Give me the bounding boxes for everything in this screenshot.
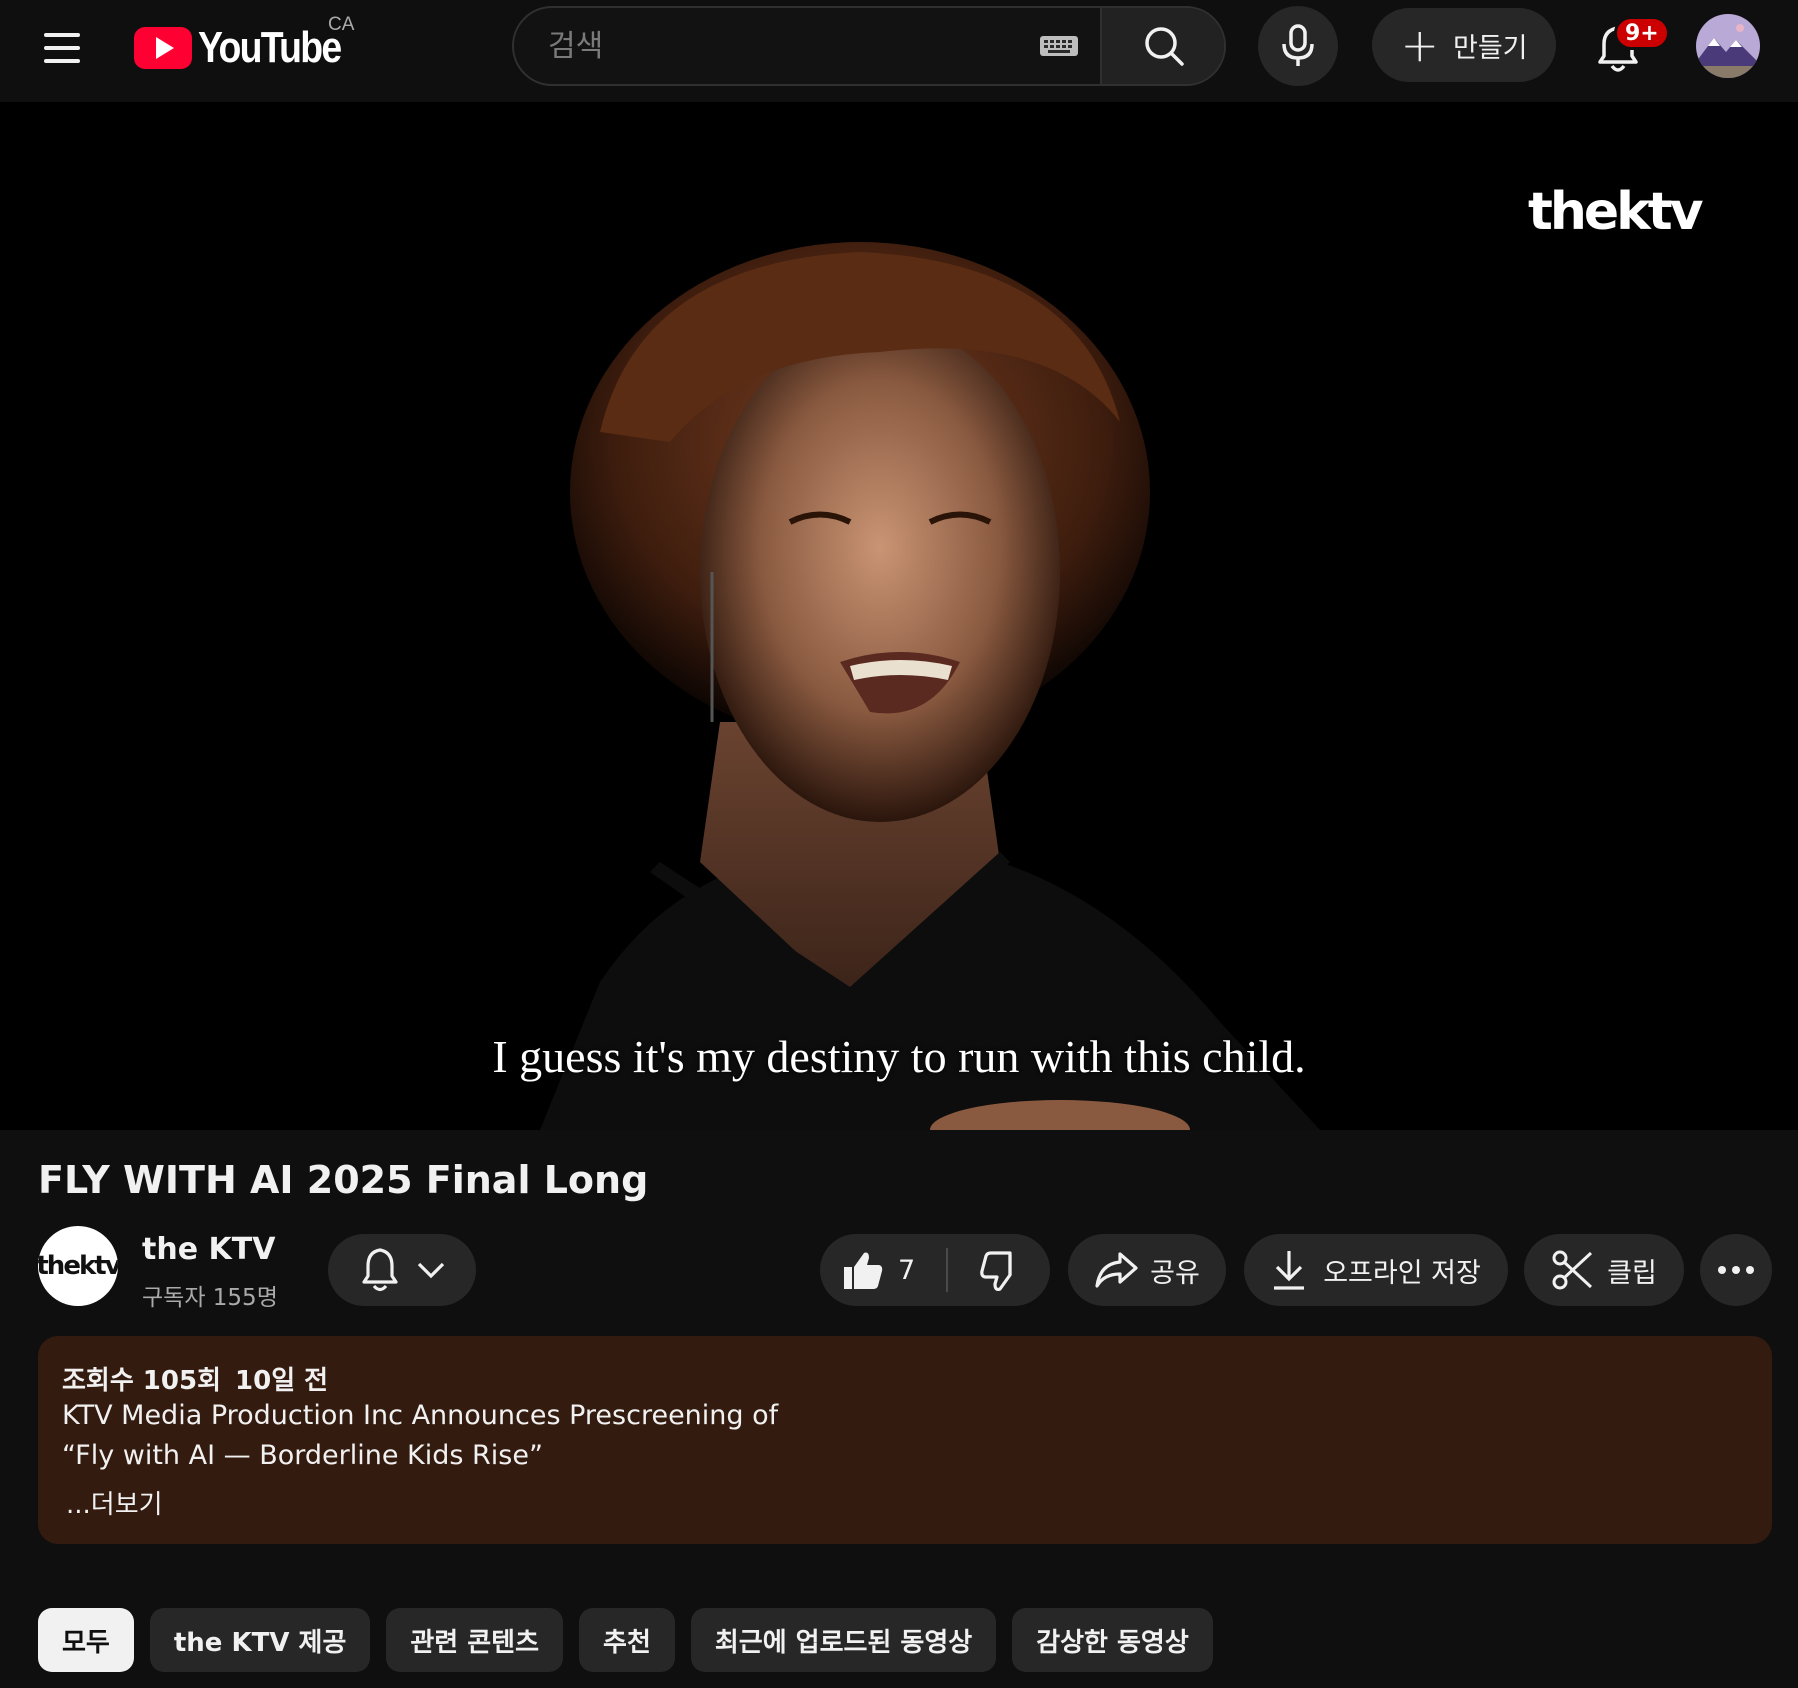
video-player[interactable]: thektv I guess it's my destiny to run wi… <box>0 102 1798 1130</box>
download-button[interactable]: 오프라인 저장 <box>1244 1234 1508 1306</box>
chip-all[interactable]: 모두 <box>38 1608 134 1672</box>
chip-related[interactable]: 관련 콘텐츠 <box>386 1608 564 1672</box>
channel-name[interactable]: the KTV <box>142 1232 275 1267</box>
download-icon <box>1274 1251 1305 1290</box>
menu-icon[interactable] <box>34 20 90 76</box>
search-input[interactable] <box>514 8 1098 84</box>
chevron-down-icon <box>417 1262 445 1279</box>
more-actions-icon[interactable] <box>1700 1234 1772 1306</box>
bell-icon <box>362 1248 398 1292</box>
microphone-icon <box>1282 24 1314 66</box>
chip-recommended[interactable]: 추천 <box>579 1608 675 1672</box>
youtube-logo-text: YouTube <box>198 23 342 72</box>
scissors-icon <box>1552 1250 1593 1290</box>
like-dislike-group: 7 <box>820 1234 1050 1306</box>
video-frame-image <box>0 102 1798 1130</box>
voice-search-button[interactable] <box>1258 6 1338 86</box>
download-label: 오프라인 저장 <box>1323 1257 1481 1289</box>
create-button[interactable]: + 만들기 <box>1372 8 1556 82</box>
thumbs-up-icon <box>844 1252 883 1289</box>
share-icon <box>1095 1252 1138 1288</box>
plus-icon: + <box>1400 18 1439 72</box>
view-count: 조회수 105회 <box>62 1366 222 1396</box>
dislike-button[interactable] <box>948 1234 1050 1306</box>
search-icon <box>1145 27 1184 66</box>
search-button[interactable] <box>1100 8 1224 84</box>
chip-recently-uploaded[interactable]: 최근에 업로드된 동영상 <box>690 1608 997 1672</box>
channel-avatar[interactable]: thektv <box>38 1226 118 1306</box>
clip-label: 클립 <box>1607 1257 1657 1289</box>
description-line: “Fly with AI — Borderline Kids Rise” <box>62 1440 543 1471</box>
chip-from-channel[interactable]: the KTV 제공 <box>149 1608 371 1672</box>
country-code: CA <box>328 14 355 35</box>
create-label: 만들기 <box>1453 32 1528 64</box>
channel-avatar-logo: thektv <box>38 1251 118 1281</box>
subscriber-count: 구독자 155명 <box>142 1285 278 1311</box>
thumbs-down-icon <box>980 1251 1012 1291</box>
video-caption: I guess it's my destiny to run with this… <box>492 1031 1306 1082</box>
account-avatar[interactable] <box>1696 14 1760 78</box>
channel-watermark: thektv <box>1528 182 1703 242</box>
video-title: FLY WITH AI 2025 Final Long <box>38 1158 649 1202</box>
search-box <box>512 6 1226 86</box>
notification-badge: 9+ <box>1614 16 1670 50</box>
description-box[interactable]: 조회수 105회 10일 전 KTV Media Production Inc A… <box>38 1336 1772 1544</box>
share-label: 공유 <box>1150 1257 1200 1289</box>
like-button[interactable]: 7 <box>820 1234 948 1306</box>
upload-age: 10일 전 <box>235 1366 329 1396</box>
youtube-logo-icon <box>134 27 192 69</box>
subscription-bell-button[interactable] <box>328 1234 476 1306</box>
view-stats: 조회수 105회 10일 전 <box>62 1360 328 1397</box>
like-count: 7 <box>898 1254 916 1286</box>
show-more-link[interactable]: ...더보기 <box>66 1484 163 1521</box>
related-filter-chips: 모두 the KTV 제공 관련 콘텐츠 추천 최근에 업로드된 동영상 감상한… <box>38 1608 1213 1672</box>
keyboard-icon[interactable] <box>1040 36 1078 56</box>
chip-watched[interactable]: 감상한 동영상 <box>1012 1608 1213 1672</box>
mountain-avatar-icon <box>1696 14 1760 78</box>
top-bar: YouTube CA + 만들기 9+ <box>0 0 1798 102</box>
clip-button[interactable]: 클립 <box>1524 1234 1684 1306</box>
share-button[interactable]: 공유 <box>1068 1234 1226 1306</box>
description-line: KTV Media Production Inc Announces Presc… <box>62 1400 779 1431</box>
